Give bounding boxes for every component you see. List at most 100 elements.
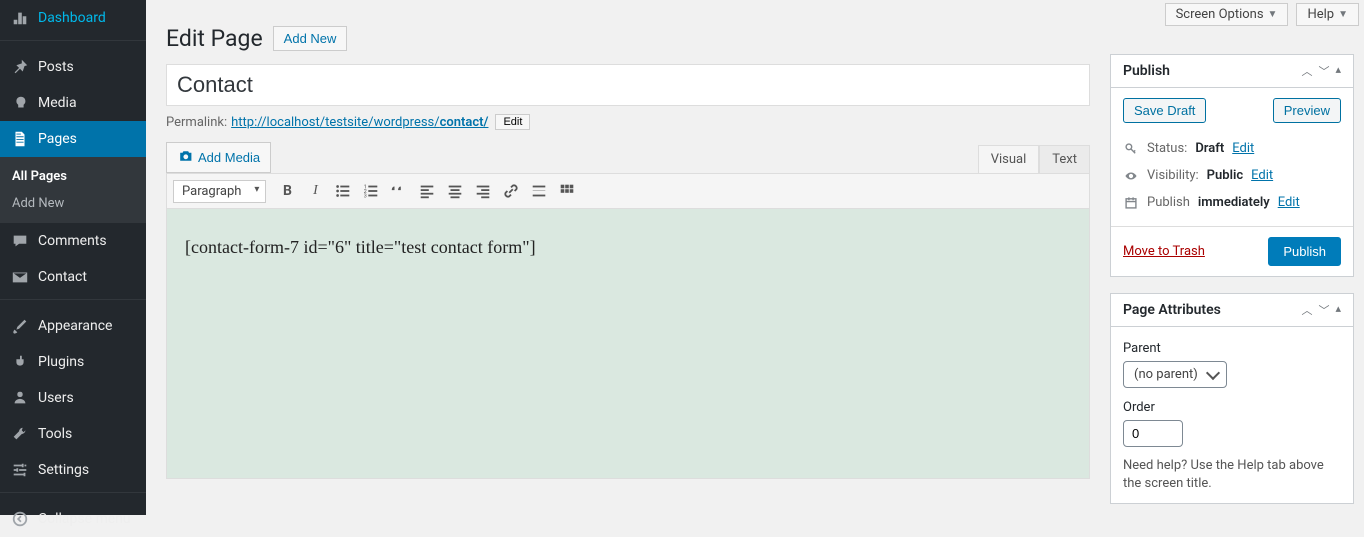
envelope-icon [10, 267, 30, 287]
visibility-label: Visibility: [1147, 168, 1199, 183]
box-toggles: ︿ ﹀ ▴ [1301, 63, 1341, 79]
order-label: Order [1123, 400, 1341, 415]
readmore-button[interactable] [526, 178, 552, 204]
publish-actions: Save Draft Preview [1123, 98, 1341, 123]
media-row: Add Media Visual Text [166, 142, 1090, 173]
align-right-button[interactable] [470, 178, 496, 204]
move-down-icon[interactable]: ﹀ [1318, 63, 1329, 79]
parent-label: Parent [1123, 341, 1341, 356]
sliders-icon [10, 460, 30, 480]
sidebar-label: Appearance [38, 318, 112, 334]
attributes-box-header: Page Attributes ︿ ﹀ ▴ [1111, 294, 1353, 327]
publish-button[interactable]: Publish [1268, 237, 1341, 266]
eye-icon [1123, 169, 1139, 183]
edit-permalink-button[interactable]: Edit [495, 114, 530, 130]
main-content: Edit Page Add New Permalink: http://loca… [146, 0, 1110, 489]
publish-value: immediately [1198, 195, 1270, 210]
sidebar-label: Contact [38, 269, 87, 285]
sidebar-item-plugins[interactable]: Plugins [0, 344, 146, 380]
sidebar-item-pages[interactable]: Pages [0, 121, 146, 157]
sidebar-item-comments[interactable]: Comments [0, 223, 146, 259]
preview-button[interactable]: Preview [1273, 98, 1341, 123]
sidebar-label: Pages [38, 131, 77, 147]
attributes-box-title: Page Attributes [1123, 302, 1221, 318]
sidebar-item-users[interactable]: Users [0, 380, 146, 416]
bold-button[interactable]: B [274, 178, 300, 204]
sidebar-item-contact[interactable]: Contact [0, 259, 146, 295]
schedule-row: Publish immediately Edit [1123, 189, 1341, 216]
sidebar-item-settings[interactable]: Settings [0, 452, 146, 488]
sidebar-item-media[interactable]: Media [0, 85, 146, 121]
toolbar-toggle-button[interactable] [554, 178, 580, 204]
add-new-button[interactable]: Add New [273, 26, 348, 51]
quote-button[interactable] [386, 178, 412, 204]
comments-icon [10, 231, 30, 251]
sidebar-item-tools[interactable]: Tools [0, 416, 146, 452]
submenu-add-new[interactable]: Add New [0, 190, 146, 217]
publish-box-body: Save Draft Preview Status: Draft Edit Vi… [1111, 88, 1353, 226]
edit-status-link[interactable]: Edit [1232, 141, 1254, 156]
help-button[interactable]: Help ▼ [1296, 3, 1359, 26]
sidebar-item-appearance[interactable]: Appearance [0, 308, 146, 344]
bullet-list-button[interactable] [330, 178, 356, 204]
sidebar-item-dashboard[interactable]: Dashboard [0, 0, 146, 36]
toggle-icon[interactable]: ▴ [1335, 63, 1341, 79]
align-left-button[interactable] [414, 178, 440, 204]
svg-text:3: 3 [364, 193, 367, 199]
publish-box: Publish ︿ ﹀ ▴ Save Draft Preview Status:… [1110, 54, 1354, 277]
edit-schedule-link[interactable]: Edit [1278, 195, 1300, 210]
sidebar-label: Posts [38, 59, 74, 75]
editor-toolbar: Paragraph B I 123 [166, 173, 1090, 209]
status-row: Status: Draft Edit [1123, 135, 1341, 162]
link-button[interactable] [498, 178, 524, 204]
toggle-icon[interactable]: ▴ [1335, 302, 1341, 318]
separator [0, 492, 146, 497]
page-title: Edit Page [166, 25, 263, 52]
page-header: Edit Page Add New [166, 25, 1090, 52]
permalink-base: http://localhost/testsite/wordpress/ [231, 115, 439, 130]
align-center-button[interactable] [442, 178, 468, 204]
box-toggles: ︿ ﹀ ▴ [1301, 302, 1341, 318]
tab-text[interactable]: Text [1039, 145, 1090, 173]
user-icon [10, 388, 30, 408]
post-title-input[interactable] [166, 64, 1090, 106]
sidebar-label: Settings [38, 462, 89, 478]
publish-footer: Move to Trash Publish [1111, 226, 1353, 276]
parent-select[interactable]: (no parent) [1123, 361, 1227, 388]
submenu-all-pages[interactable]: All Pages [0, 163, 146, 190]
move-up-icon[interactable]: ︿ [1301, 63, 1312, 79]
screen-options-button[interactable]: Screen Options ▼ [1165, 3, 1289, 26]
status-value: Draft [1195, 141, 1224, 156]
permalink-row: Permalink: http://localhost/testsite/wor… [166, 114, 1090, 130]
add-media-button[interactable]: Add Media [166, 142, 271, 173]
separator [0, 40, 146, 45]
format-select[interactable]: Paragraph [173, 180, 266, 203]
permalink-link[interactable]: http://localhost/testsite/wordpress/cont… [231, 115, 488, 130]
admin-sidebar: Dashboard Posts Media Pages All Pages Ad… [0, 0, 146, 515]
editor-content-area[interactable]: [contact-form-7 id="6" title="test conta… [166, 209, 1090, 479]
italic-button[interactable]: I [302, 178, 328, 204]
sidebar-item-collapse[interactable]: Collapse menu [0, 501, 146, 537]
numbered-list-button[interactable]: 123 [358, 178, 384, 204]
tab-visual[interactable]: Visual [978, 145, 1040, 173]
plug-icon [10, 352, 30, 372]
editor-tabs: Visual Text [978, 145, 1090, 173]
edit-visibility-link[interactable]: Edit [1251, 168, 1273, 183]
pin-icon [10, 57, 30, 77]
screen-options-label: Screen Options [1176, 7, 1264, 22]
sidebar-label: Dashboard [38, 10, 106, 26]
move-to-trash-link[interactable]: Move to Trash [1123, 244, 1205, 259]
key-icon [1123, 142, 1139, 156]
save-draft-button[interactable]: Save Draft [1123, 98, 1206, 123]
move-down-icon[interactable]: ﹀ [1318, 302, 1329, 318]
sidebar-label: Collapse menu [38, 511, 131, 527]
sidebar-item-posts[interactable]: Posts [0, 49, 146, 85]
order-input[interactable] [1123, 420, 1183, 447]
move-up-icon[interactable]: ︿ [1301, 302, 1312, 318]
right-column: Publish ︿ ﹀ ▴ Save Draft Preview Status:… [1110, 54, 1354, 520]
add-media-label: Add Media [198, 150, 260, 165]
publish-label: Publish [1147, 195, 1190, 210]
pages-submenu: All Pages Add New [0, 157, 146, 223]
media-icon [10, 93, 30, 113]
permalink-slug: contact/ [440, 115, 489, 130]
